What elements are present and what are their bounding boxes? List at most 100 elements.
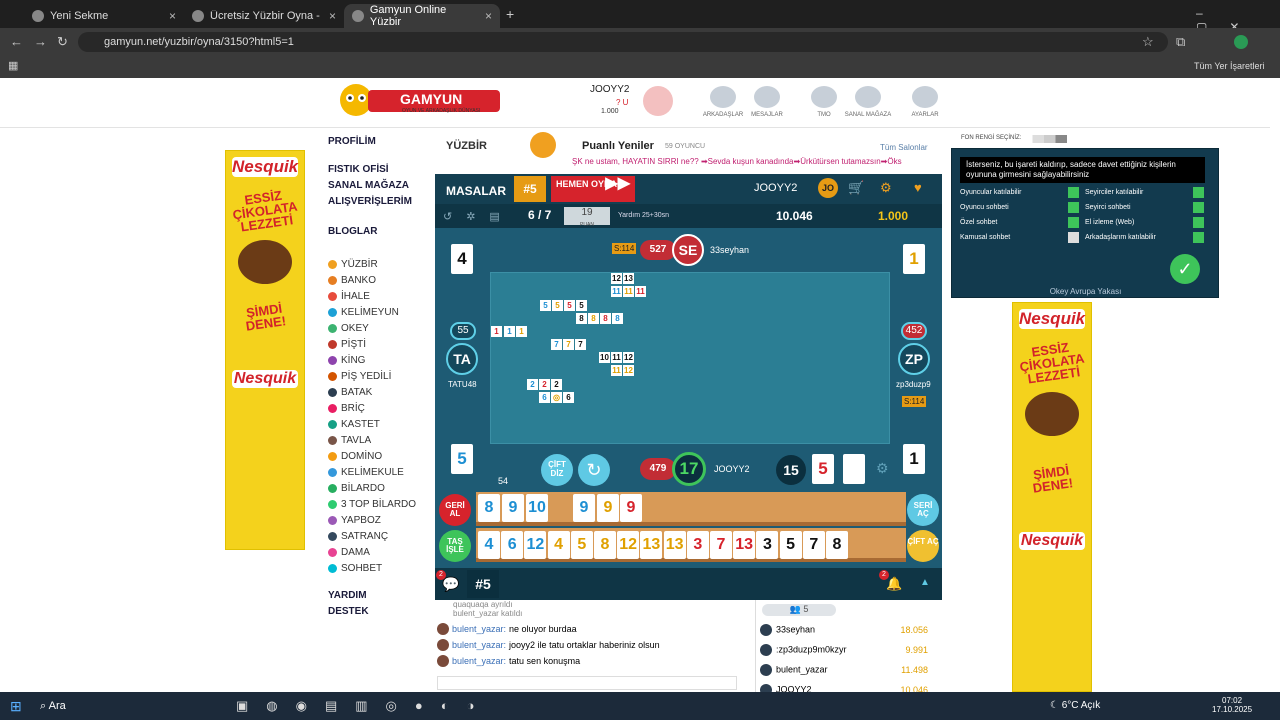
board-tile[interactable]: 1 bbox=[504, 326, 515, 337]
close-icon[interactable]: × bbox=[329, 9, 336, 23]
menu-help[interactable]: YARDIM bbox=[328, 590, 418, 606]
rack-tile[interactable]: 7 bbox=[710, 531, 732, 559]
close-icon[interactable]: × bbox=[485, 9, 492, 23]
url-input[interactable]: gamyun.net/yuzbir/oyna/3150?html5=1 bbox=[78, 32, 1168, 52]
board-tile[interactable]: 2 bbox=[551, 379, 562, 390]
menu-blogs[interactable]: BLOGLAR bbox=[328, 226, 418, 256]
draw-pile[interactable] bbox=[843, 454, 865, 484]
tab-salon[interactable]: Ücretsiz Yüzbir Oyna - Salon Li× bbox=[184, 4, 344, 28]
star-icon[interactable]: ☆ bbox=[1142, 34, 1154, 50]
rack-tile[interactable]: 8 bbox=[478, 494, 500, 522]
nav-tmo[interactable]: TMO bbox=[800, 86, 848, 118]
game-link[interactable]: BATAK bbox=[328, 384, 418, 400]
tab-new[interactable]: Yeni Sekme × bbox=[24, 4, 184, 28]
taskbar-search[interactable]: ⌕ Ara bbox=[40, 700, 66, 713]
confirm-check-button[interactable]: ✓ bbox=[1170, 254, 1200, 284]
tables-button[interactable]: MASALAR bbox=[446, 184, 506, 198]
rack-tile[interactable]: 3 bbox=[686, 531, 709, 559]
rack-tile[interactable]: 9 bbox=[620, 494, 642, 522]
nav-store[interactable]: SANAL MAĞAZA bbox=[844, 86, 892, 118]
rack-tile[interactable]: 12 bbox=[617, 531, 640, 559]
rack-tile[interactable]: 7 bbox=[802, 531, 825, 559]
rack-tile[interactable]: 8 bbox=[826, 531, 848, 559]
board-tile[interactable]: 12 bbox=[611, 273, 622, 284]
nav-friends[interactable]: ARKADAŞLAR bbox=[699, 86, 747, 118]
board-tile[interactable]: 2 bbox=[527, 379, 538, 390]
right-avatar[interactable]: ZP bbox=[898, 343, 930, 375]
rack-tile[interactable]: 9 bbox=[573, 494, 595, 522]
game-link[interactable]: SOHBET bbox=[328, 560, 418, 576]
game-link[interactable]: DAMA bbox=[328, 544, 418, 560]
game-link[interactable]: BİLARDO bbox=[328, 480, 418, 496]
checkbox[interactable] bbox=[1193, 187, 1204, 198]
discard-bottom-right[interactable]: 1 bbox=[903, 444, 925, 474]
gear-icon[interactable]: ⚙ bbox=[880, 180, 892, 196]
board-tile[interactable]: 12 bbox=[623, 365, 634, 376]
board-tile[interactable]: 1 bbox=[491, 326, 502, 337]
close-icon[interactable]: × bbox=[169, 9, 176, 23]
ad-left[interactable]: Nesquik ESSİZ ÇİKOLATA LEZZETİ ŞİMDİ DEN… bbox=[225, 150, 305, 550]
cart-icon[interactable]: 🛒 bbox=[848, 180, 864, 196]
heart-icon[interactable]: ♥ bbox=[914, 180, 922, 195]
process-tile-button[interactable]: TAŞ İŞLE bbox=[439, 530, 471, 562]
game-link[interactable]: PİŞ YEDİLİ bbox=[328, 368, 418, 384]
collapse-icon[interactable]: ▲ bbox=[920, 577, 930, 588]
menu-profile[interactable]: PROFİLİM bbox=[328, 136, 418, 164]
checkbox[interactable] bbox=[1193, 217, 1204, 228]
discard-top-left[interactable]: 4 bbox=[451, 244, 473, 274]
game-link[interactable]: PİŞTİ bbox=[328, 336, 418, 352]
rack-tile[interactable]: 9 bbox=[502, 494, 524, 522]
nav-messages[interactable]: MESAJLAR bbox=[743, 86, 791, 118]
apps-grid-icon[interactable]: ▦ bbox=[8, 59, 18, 72]
game-link[interactable]: İHALE bbox=[328, 288, 418, 304]
user-row[interactable]: bulent_yazar 11.498 bbox=[756, 660, 942, 680]
user-row[interactable]: 33seyhan 18.056 bbox=[756, 620, 942, 640]
rack-tile[interactable]: 13 bbox=[663, 531, 686, 559]
game-link[interactable]: YAPBOZ bbox=[328, 512, 418, 528]
game-link[interactable]: OKEY bbox=[328, 320, 418, 336]
board-tile[interactable]: 11 bbox=[623, 286, 634, 297]
ad-right[interactable]: Nesquik ESSİZ ÇİKOLATA LEZZETİ ŞİMDİ DEN… bbox=[1012, 302, 1092, 692]
rack-tile[interactable]: 8 bbox=[594, 531, 616, 559]
user-row[interactable]: :zp3duzp9m0kzyr 9.991 bbox=[756, 640, 942, 660]
board-tile[interactable]: 2 bbox=[539, 379, 550, 390]
gear-icon[interactable]: ⚙ bbox=[876, 460, 889, 477]
color-swatches[interactable] bbox=[1021, 135, 1067, 143]
menu-store[interactable]: SANAL MAĞAZA bbox=[328, 180, 418, 196]
rack-tile[interactable]: 9 bbox=[597, 494, 619, 522]
menu-purchases[interactable]: ALIŞVERİŞLERİM bbox=[328, 196, 418, 226]
setting-option[interactable]: Kamusal sohbet bbox=[960, 232, 1085, 243]
reload-icon[interactable]: ↻ bbox=[57, 34, 68, 50]
rack-tile[interactable]: 12 bbox=[524, 531, 547, 559]
board-tile[interactable]: 5 bbox=[576, 300, 587, 311]
board-tile[interactable]: 11 bbox=[611, 286, 622, 297]
chat-table-tag[interactable]: #5 bbox=[467, 570, 499, 598]
open-tile[interactable]: 5 bbox=[812, 454, 834, 484]
chat-input[interactable] bbox=[437, 676, 737, 690]
board-tile[interactable]: 11 bbox=[611, 365, 622, 376]
setting-option[interactable]: Oyuncular katılabilir bbox=[960, 187, 1085, 198]
setting-option[interactable]: Arkadaşlarım katılabilir bbox=[1085, 232, 1210, 243]
windows-start-icon[interactable]: ⊞ bbox=[10, 698, 22, 715]
game-link[interactable]: YÜZBİR bbox=[328, 256, 418, 272]
game-link[interactable]: 3 TOP BİLARDO bbox=[328, 496, 418, 512]
rack-tile[interactable]: 3 bbox=[756, 531, 779, 559]
extensions-icon[interactable]: ⧉ bbox=[1176, 34, 1185, 50]
open-pairs-button[interactable]: ÇİFT AÇ bbox=[907, 530, 939, 562]
rack-tile[interactable]: 4 bbox=[478, 531, 500, 559]
board-tile[interactable]: 6 bbox=[539, 392, 550, 403]
double-arrange-button[interactable]: ÇİFT DİZ bbox=[541, 454, 573, 486]
board-tile[interactable]: 1 bbox=[516, 326, 527, 337]
left-avatar[interactable]: TA bbox=[446, 343, 478, 375]
top-avatar[interactable]: SE bbox=[672, 234, 704, 266]
board-tile[interactable]: 7 bbox=[563, 339, 574, 350]
open-series-button[interactable]: SERİ AÇ bbox=[907, 494, 939, 526]
rack-tile[interactable]: 10 bbox=[526, 494, 548, 522]
menu-support[interactable]: DESTEK bbox=[328, 606, 418, 622]
undo-button[interactable]: GERİ AL bbox=[439, 494, 471, 526]
rack-tile[interactable]: 13 bbox=[733, 531, 756, 559]
checkbox[interactable] bbox=[1068, 217, 1079, 228]
bell-icon[interactable]: 🔔 bbox=[886, 576, 902, 592]
discard-top-right[interactable]: 1 bbox=[903, 244, 925, 274]
game-link[interactable]: KİNG bbox=[328, 352, 418, 368]
